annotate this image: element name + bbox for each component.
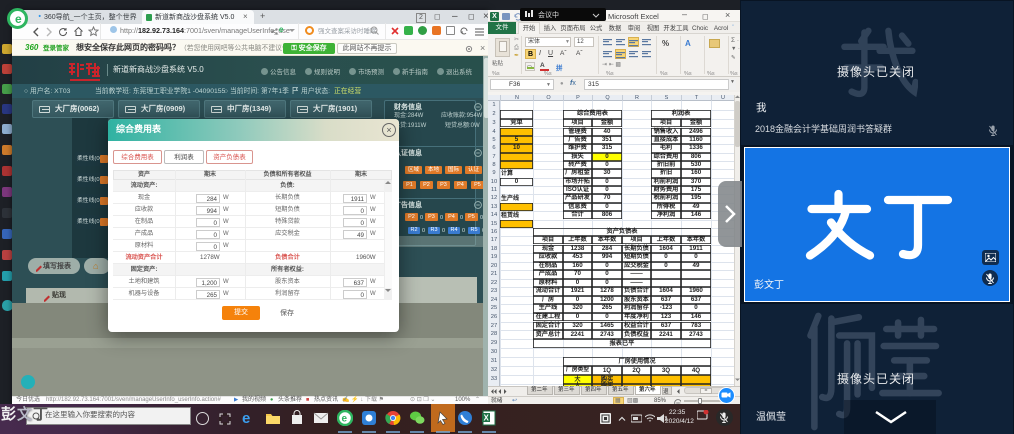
svg-text:X: X [484, 414, 490, 423]
svg-text:e: e [342, 414, 348, 425]
svg-text:e: e [242, 410, 250, 426]
